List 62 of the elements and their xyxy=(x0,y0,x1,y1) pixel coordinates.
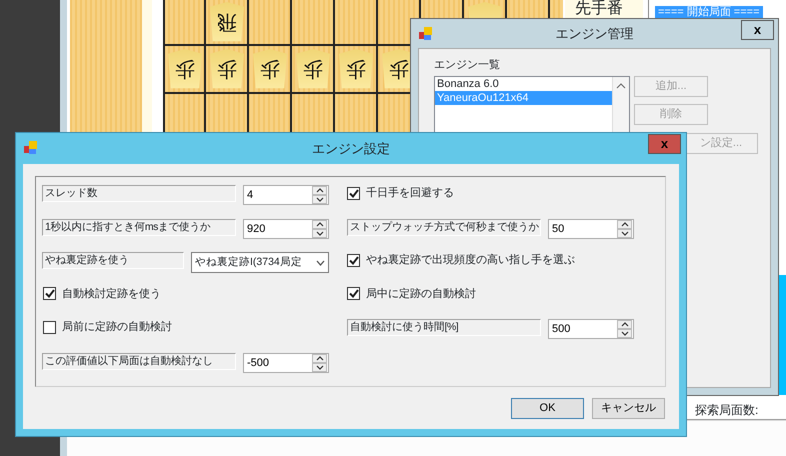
dropdown[interactable]: やね裏定跡I(3734局定 xyxy=(191,252,329,273)
number-field[interactable]: 920 xyxy=(243,218,329,238)
checkbox[interactable] xyxy=(347,254,360,267)
setting-label: ストップウォッチ方式で何秒まで使うか xyxy=(347,218,541,236)
checkbox[interactable] xyxy=(347,287,360,300)
shogi-piece[interactable]: 飛 xyxy=(210,2,244,42)
shogi-piece[interactable]: 歩 xyxy=(338,49,372,89)
checkbox-label[interactable]: 自動検討定跡を使う xyxy=(62,286,161,302)
number-field[interactable]: -500 xyxy=(243,352,329,372)
spin-up-button[interactable] xyxy=(312,186,327,195)
close-button[interactable]: x xyxy=(741,20,774,40)
chevron-up-icon xyxy=(316,356,324,360)
scroll-up-icon[interactable] xyxy=(616,82,626,88)
spin-up-button[interactable] xyxy=(617,220,632,228)
setting-label: やね裏定跡を使う xyxy=(42,252,184,269)
number-field[interactable]: 4 xyxy=(243,185,329,205)
shogi-piece[interactable]: 歩 xyxy=(252,49,286,89)
check-icon xyxy=(44,289,54,298)
chevron-down-icon xyxy=(620,331,628,336)
chevron-up-icon xyxy=(316,222,324,226)
app-icon xyxy=(419,27,433,41)
shogi-piece[interactable]: 歩 xyxy=(210,49,244,89)
chevron-down-icon xyxy=(620,230,628,236)
checkbox[interactable] xyxy=(43,320,56,334)
check-icon xyxy=(348,289,358,298)
close-button[interactable]: x xyxy=(648,134,681,154)
spin-up-button[interactable] xyxy=(312,220,327,228)
check-icon xyxy=(348,188,358,198)
chevron-up-icon xyxy=(620,322,628,327)
dialog-button[interactable]: キャンセル xyxy=(592,398,665,419)
chevron-down-icon xyxy=(316,364,324,370)
setting-label: スレッド数 xyxy=(42,185,236,202)
setting-label: 自動検討に使う時間[%] xyxy=(347,319,541,336)
spin-down-button[interactable] xyxy=(617,329,632,338)
window-title: エンジン管理 xyxy=(556,24,634,43)
shogi-piece[interactable]: 歩 xyxy=(296,49,330,89)
spin-up-button[interactable] xyxy=(312,354,327,362)
caret-icon xyxy=(316,260,325,266)
checkbox[interactable] xyxy=(43,287,56,300)
engine-list-item[interactable]: Bonanza 6.0 xyxy=(435,76,613,90)
number-field[interactable]: 500 xyxy=(548,319,634,339)
checkbox-label[interactable]: やね裏定跡で出現頻度の高い指し手を選ぶ xyxy=(366,252,575,268)
number-field[interactable]: 50 xyxy=(548,218,634,238)
spin-down-button[interactable] xyxy=(312,195,327,204)
chevron-down-icon xyxy=(316,230,324,236)
turn-indicator: 先手番 xyxy=(565,0,643,18)
spin-up-button[interactable] xyxy=(617,320,632,329)
search-nodes-label: 探索局面数: xyxy=(686,402,786,420)
checkbox[interactable] xyxy=(347,186,360,200)
chevron-up-icon xyxy=(620,222,628,226)
chevron-up-icon xyxy=(316,188,324,193)
setting-label: 1秒以内に指すとき何msまで使うか xyxy=(42,218,236,236)
engine-list-label: エンジン一覧 xyxy=(434,58,500,73)
chevron-down-icon xyxy=(316,197,324,202)
check-icon xyxy=(348,256,358,265)
checkbox-label[interactable]: 局中に定跡の自動検討 xyxy=(366,286,476,302)
dialog-button[interactable]: OK xyxy=(511,398,584,419)
app-icon xyxy=(24,141,38,155)
setting-label: この評価値以下局面は自動検討なし xyxy=(42,352,236,370)
window-title: エンジン設定 xyxy=(312,140,390,158)
checkbox-label[interactable]: 千日手を回避する xyxy=(366,185,454,202)
checkbox-label[interactable]: 局前に定跡の自動検討 xyxy=(62,319,172,336)
